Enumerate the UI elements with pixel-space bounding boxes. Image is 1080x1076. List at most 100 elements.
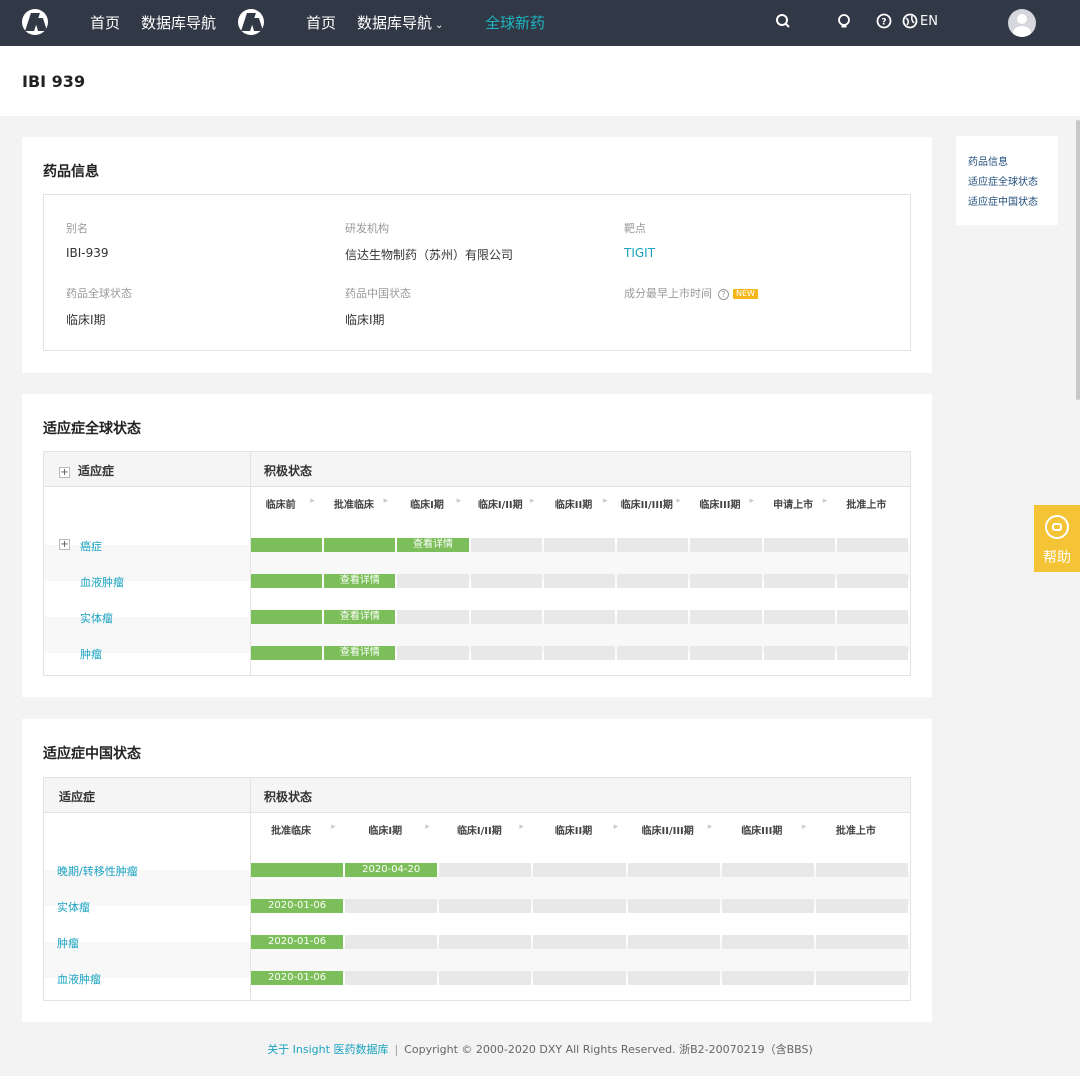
status-bar-empty bbox=[533, 935, 626, 949]
status-bar-empty bbox=[815, 899, 908, 913]
footer-about-link[interactable]: 关于 Insight 医药数据库 bbox=[267, 1043, 388, 1056]
status-detail-link[interactable]: 查看详情 bbox=[397, 538, 468, 552]
nav-db-navigation[interactable]: 数据库导航 bbox=[141, 14, 216, 32]
global-status-table: + 适应症 积极状态 临床前 ▸ 批准临床 ▸ 临床I期 ▸ 临床I/II期 ▸ 临床II期 ▸ 临床… bbox=[43, 451, 911, 676]
chevron-right-icon: ▸ bbox=[749, 496, 755, 506]
field-label: 别名 bbox=[66, 222, 88, 235]
nav-global-new-drugs[interactable]: 全球新药 bbox=[485, 14, 545, 32]
expand-icon[interactable]: + bbox=[59, 539, 70, 550]
china-status-table: 适应症 积极状态 批准临床 ▸ 临床I期 ▸ 临床I/II期 ▸ 临床II期 ▸ 临床II/II… bbox=[43, 777, 911, 1001]
field-value: 信达生物制药（苏州）有限公司 bbox=[345, 248, 514, 262]
status-detail-link[interactable]: 2020-01-06 bbox=[251, 971, 343, 985]
indication-link[interactable]: 癌症 bbox=[80, 538, 102, 554]
expand-all-icon[interactable]: + bbox=[59, 467, 70, 478]
col-indication-header[interactable]: + 适应症 bbox=[59, 462, 114, 479]
bulb-icon[interactable] bbox=[834, 13, 854, 33]
footer-separator: | bbox=[394, 1043, 399, 1056]
status-bar-empty bbox=[763, 610, 835, 624]
status-bar-empty bbox=[836, 574, 908, 588]
status-detail-link[interactable]: 查看详情 bbox=[324, 574, 395, 588]
drug-info-card: 药品信息 别名 IBI-939 研发机构 信达生物制药（苏州）有限公司 靶点 T… bbox=[22, 137, 932, 373]
indication-link[interactable]: 血液肿瘤 bbox=[57, 971, 101, 987]
new-badge: NEW bbox=[733, 289, 758, 299]
earliest-launch-label: 成分最早上市时间? NEW bbox=[624, 285, 758, 301]
page-title: IBI 939 bbox=[22, 72, 86, 91]
indication-link[interactable]: 肿瘤 bbox=[57, 935, 79, 951]
logo[interactable] bbox=[22, 9, 48, 35]
chevron-right-icon: ▸ bbox=[529, 496, 535, 506]
status-bar-empty bbox=[763, 574, 835, 588]
field-label: 成分最早上市时间 bbox=[624, 287, 712, 300]
indication-link[interactable]: 实体瘤 bbox=[80, 610, 113, 626]
status-bar-empty bbox=[543, 538, 616, 552]
phase-label: 批准上市 bbox=[835, 826, 876, 837]
phase-label: 申请上市 bbox=[773, 500, 814, 511]
table-header: 适应症 积极状态 bbox=[44, 778, 910, 813]
chevron-right-icon: ▸ bbox=[822, 496, 828, 506]
status-detail-link[interactable]: 2020-01-06 bbox=[251, 935, 343, 949]
language-switch[interactable]: EN bbox=[920, 14, 938, 29]
title-bar: IBI 939 bbox=[0, 46, 1080, 116]
status-detail-link[interactable]: 2020-01-06 bbox=[251, 899, 343, 913]
search-icon[interactable] bbox=[773, 13, 793, 33]
status-bar-empty bbox=[627, 899, 720, 913]
anchor-global-status[interactable]: 适应症全球状态 bbox=[968, 173, 1038, 188]
col-status-label: 积极状态 bbox=[264, 464, 313, 478]
avatar[interactable] bbox=[1008, 9, 1036, 37]
nav-db-navigation-dropdown[interactable]: 数据库导航 ⌄ bbox=[357, 14, 443, 35]
status-bar-empty bbox=[470, 610, 542, 624]
help-icon[interactable]: ? bbox=[718, 288, 729, 300]
chevron-right-icon: ▸ bbox=[425, 822, 430, 832]
status-bar-empty bbox=[690, 538, 762, 552]
status-detail-link[interactable]: 查看详情 bbox=[324, 610, 395, 624]
indication-link[interactable]: 实体瘤 bbox=[57, 899, 90, 915]
indication-link[interactable]: 晚期/转移性肿瘤 bbox=[57, 863, 138, 879]
status-bar-empty bbox=[470, 538, 542, 552]
indication-link[interactable]: 肿瘤 bbox=[80, 646, 102, 662]
status-bar-empty bbox=[543, 574, 616, 588]
phase-label: 临床II/III期 bbox=[620, 500, 673, 511]
status-detail-link[interactable]: 2020-04-20 bbox=[345, 863, 437, 877]
nav-home[interactable]: 首页 bbox=[306, 14, 336, 32]
status-bar-empty bbox=[763, 538, 835, 552]
status-bar-empty bbox=[397, 610, 469, 624]
logo[interactable] bbox=[238, 9, 264, 35]
field-value: 临床I期 bbox=[66, 313, 106, 327]
phase-label: 临床I/II期 bbox=[456, 826, 502, 837]
scrollbar[interactable] bbox=[1076, 120, 1080, 400]
column-divider bbox=[250, 778, 251, 1000]
top-nav: 首页 数据库导航 首页 数据库导航 ⌄ 全球新药 ? EN bbox=[0, 0, 1080, 46]
status-bar-empty bbox=[763, 646, 835, 660]
col-indication-label: 适应症 bbox=[78, 464, 115, 478]
phase-label: 批准临床 bbox=[333, 500, 374, 511]
anchor-drug-info[interactable]: 药品信息 bbox=[968, 153, 1008, 168]
china-status-card: 适应症中国状态 适应症 积极状态 批准临床 ▸ 临床I期 ▸ 临床I/II期 ▸ 临床II期… bbox=[22, 719, 932, 1022]
target-link[interactable]: TIGIT bbox=[624, 246, 655, 260]
status-bar-empty bbox=[533, 971, 626, 985]
status-bar-empty bbox=[439, 971, 532, 985]
status-bar-empty bbox=[721, 899, 814, 913]
status-bar-empty bbox=[815, 863, 908, 877]
indication-link[interactable]: 血液肿瘤 bbox=[80, 574, 124, 590]
footer-copyright: Copyright © 2000-2020 DXY All Rights Res… bbox=[404, 1043, 813, 1056]
status-bar-empty bbox=[617, 610, 689, 624]
section-title: 适应症中国状态 bbox=[43, 746, 141, 762]
status-detail-link[interactable]: 查看详情 bbox=[324, 646, 395, 660]
globe-icon[interactable] bbox=[900, 13, 920, 33]
status-bar-empty bbox=[617, 646, 689, 660]
status-bar-empty bbox=[627, 935, 720, 949]
status-bar-empty bbox=[617, 574, 689, 588]
svg-text:?: ? bbox=[881, 18, 886, 28]
col-indication-label: 适应症 bbox=[59, 790, 96, 804]
status-bar-empty bbox=[470, 646, 542, 660]
help-float-button[interactable]: 帮助 bbox=[1034, 505, 1080, 572]
phase-label: 临床III期 bbox=[699, 500, 741, 511]
status-bar-empty bbox=[439, 935, 532, 949]
phase-label: 临床II期 bbox=[554, 826, 593, 837]
phase-label: 临床III期 bbox=[741, 826, 783, 837]
help-icon[interactable]: ? bbox=[874, 13, 894, 33]
anchor-china-status[interactable]: 适应症中国状态 bbox=[968, 193, 1038, 208]
status-bar-empty bbox=[721, 935, 814, 949]
nav-home[interactable]: 首页 bbox=[90, 14, 120, 32]
phase-label: 批准上市 bbox=[846, 500, 887, 511]
